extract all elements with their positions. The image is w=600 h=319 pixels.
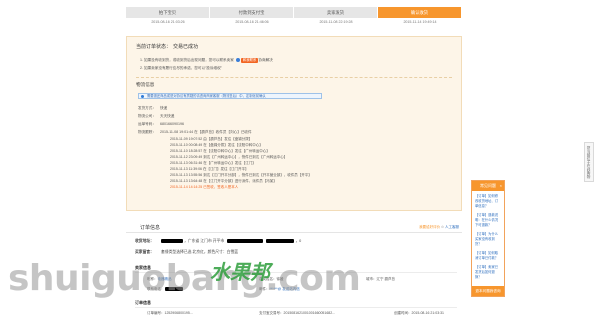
order-info-title: 订单信息 <box>140 225 161 231</box>
faq-header: 常见问题 × <box>472 181 504 191</box>
contact-seller-button[interactable]: 和我联系 <box>240 58 259 63</box>
order-progress-bar: 拍下宝贝 付款到支付宝 卖家发货 确认收货 <box>126 7 462 18</box>
tracking-entry-signed: 2015-11-14 14:14:25 已签收，签收人是本人 <box>170 185 239 189</box>
watermark: shuiguobang.com 水果邦 <box>4 258 384 308</box>
tip-2: 2. 如果卖家没有履行应尽的承诺，您可以“投诉维权” <box>140 66 222 70</box>
step-ship: 卖家发货 <box>294 7 377 18</box>
buyer-note-row: 买家留言： 套餐类型选择已选 北京红，颜色尺寸：白雪蓝 <box>135 250 239 254</box>
logistics-notice[interactable]: 需要退还商品或是对协议有质疑的请咨询商家客服（物流售后）中，定制化前确认 <box>138 93 322 99</box>
redacted-name <box>161 239 184 243</box>
alipay-trade-number: 支付宝交易号：2015081621001001660051682... <box>259 311 336 315</box>
info-icon <box>141 95 144 98</box>
seller-email: 邮件：******@ 发送站内信 <box>259 287 300 291</box>
review-link[interactable]: 我要给好评价 <box>419 225 440 229</box>
faq-item[interactable]: 【订单】退款说明：在什么情况下可退款？ <box>475 213 501 228</box>
logistics-title: 物流信息 <box>136 82 155 87</box>
redacted-phone <box>266 239 295 243</box>
faq-list: 【订单】如何修改收货地址、订单信息？ 【订单】退款说明：在什么情况下可退款？ 【… <box>472 191 504 287</box>
tracking-list: 2015-11-09 19:07:52 由【葫芦岛】发往【盘锦分拨】 2015-… <box>170 136 312 190</box>
step-time-1: 2015-08-16 21:03:26 <box>151 20 185 24</box>
question-icon: ⊙ <box>441 225 445 229</box>
step-time-3: 2015-11-08 22:19:28 <box>319 20 353 24</box>
shipping-address-row: 收货地址： ，广东省 江门市 开平市 ，0 <box>135 239 302 243</box>
tracking-first: 物流跟踪： 2015-11-08 19:01:44 在【葫芦岛】收件员【刘心】已收… <box>138 130 252 134</box>
seller-section-title: 卖家信息 <box>135 265 151 270</box>
customer-service-link[interactable]: 人工客服 <box>445 225 459 229</box>
watermark-text: shuiguobang.com <box>8 258 361 299</box>
created-time: 创建时间：2015-08-16 21:03:31 <box>394 311 444 315</box>
step-times: 2015-08-16 21:03:26 2015-08-16 21:46:06 … <box>126 20 462 24</box>
seller-nickname: 昵称：电器精品 <box>147 277 172 281</box>
faq-item[interactable]: 【订单】卖家已发货后如何退换？ <box>475 265 501 280</box>
close-icon[interactable]: × <box>500 183 502 188</box>
redacted-address <box>227 239 264 243</box>
order-status-value: 交易已成功 <box>173 44 199 50</box>
seller-city: 城市：辽宁 葫芦岛 <box>366 277 395 281</box>
step-place-order: 拍下宝贝 <box>126 7 209 18</box>
order-status-panel: 当前订单状态： 交易已成功 1. 如果没有收到货，或收到货后出现问题，您可以联系卖… <box>126 36 462 211</box>
shipping-method: 发货方式： 快递 <box>138 106 168 110</box>
step-pay: 付款到支付宝 <box>210 7 293 18</box>
logistics-company: 物流公司： 天天快递 <box>138 114 175 118</box>
divider <box>135 272 457 273</box>
ask-question-button[interactable]: 退本问题我咨询 <box>472 286 504 296</box>
order-info-header: 订单信息 我要给好评价 ⊙ 人工客服 <box>126 221 462 233</box>
faq-item[interactable]: 【订单】如何修改收货地址、订单信息？ <box>475 194 501 209</box>
help-icon[interactable] <box>235 58 240 63</box>
step-confirm: 确认收货 <box>378 7 461 18</box>
faq-item[interactable]: 【订单】为什么买家没有收到货？ <box>475 232 501 247</box>
seller-realname: 真实姓名：徐媛 <box>259 277 284 281</box>
redacted-phone <box>164 287 183 291</box>
waybill-number: 运单号码： 680166090196 <box>138 122 184 126</box>
status-tips: 1. 如果没有收到货，或收到货后出现问题，您可以联系卖家 和我联系 协商解决 2. … <box>140 56 273 72</box>
step-time-2: 2015-08-16 21:46:06 <box>235 20 269 24</box>
divider <box>136 77 452 78</box>
order-status: 当前订单状态： 交易已成功 <box>136 44 199 50</box>
seller-phone: 联系电话： <box>147 287 183 292</box>
side-feedback-tab[interactable]: 您当前位于在线购物 <box>584 142 594 182</box>
tip-1: 1. 如果没有收到货，或收到货后出现问题，您可以联系卖家 和我联系 协商解决 <box>140 58 273 63</box>
divider <box>135 307 457 308</box>
order-number: 订单编号：1252906800195... <box>147 311 193 315</box>
order-info-links: 我要给好评价 ⊙ 人工客服 <box>419 225 459 230</box>
faq-sidebar: 常见问题 × 【订单】如何修改收货地址、订单信息？ 【订单】退款说明：在什么情况… <box>471 180 505 297</box>
order-section-title: 订单信息 <box>135 300 151 305</box>
faq-item[interactable]: 【订单】如何取消订单已付款？ <box>475 251 501 261</box>
step-time-4: 2015-11-14 19:49:14 <box>403 20 437 24</box>
